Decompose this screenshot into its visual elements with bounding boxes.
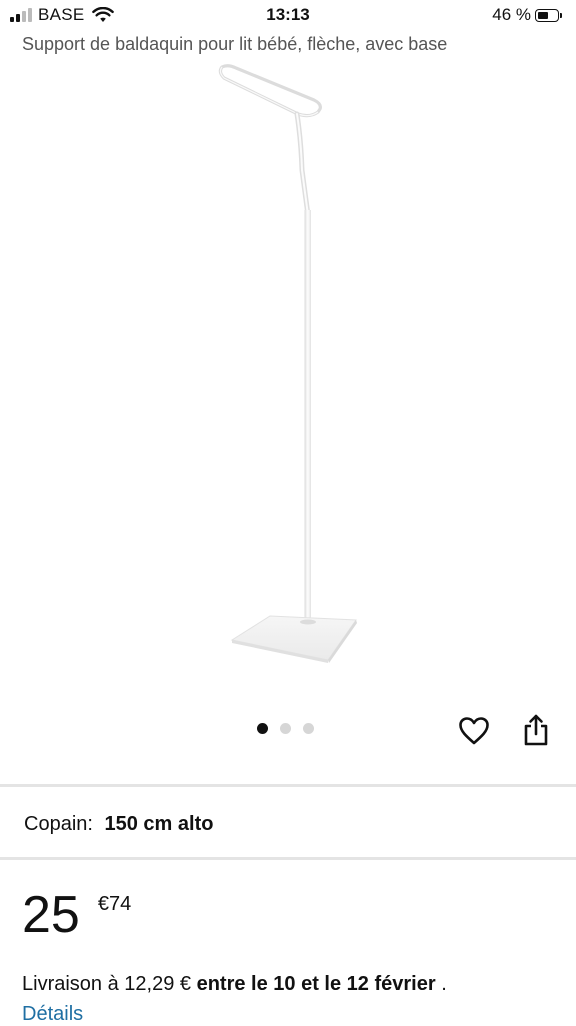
variant-row[interactable]: Copain: 150 cm alto [24, 813, 213, 836]
share-button[interactable] [520, 711, 552, 749]
status-right: 46 % [492, 5, 562, 25]
status-bar: BASE 13:13 46 % [0, 0, 576, 32]
carousel-dots [257, 723, 314, 734]
variant-label: Copain: [24, 813, 93, 835]
battery-tip [560, 12, 562, 18]
carousel-dot-2[interactable] [280, 723, 291, 734]
heart-icon [459, 717, 489, 745]
price-whole: 25 [22, 886, 80, 944]
delivery-info: Livraison à 12,29 € entre le 10 et le 12… [22, 973, 447, 996]
delivery-cost: Livraison à 12,29 € [22, 973, 192, 995]
carousel-dot-3[interactable] [303, 723, 314, 734]
wishlist-button[interactable] [457, 714, 491, 748]
price: 25 €74 [22, 885, 131, 945]
price-fraction: €74 [97, 893, 132, 915]
canopy-stand-photo [218, 64, 357, 663]
clock: 13:13 [266, 5, 310, 24]
product-title: Support de baldaquin pour lit bébé, flèc… [22, 34, 448, 54]
battery-percent: 46 % [492, 5, 531, 24]
details-link[interactable]: Détails [22, 1003, 83, 1026]
divider [0, 857, 576, 860]
delivery-suffix: . [441, 973, 447, 995]
carousel-dot-1[interactable] [257, 723, 268, 734]
variant-value: 150 cm alto [104, 813, 214, 835]
share-icon [524, 714, 548, 746]
battery-icon [535, 8, 559, 22]
product-image[interactable] [0, 60, 576, 700]
delivery-dates: entre le 10 et le 12 février [196, 973, 436, 995]
divider [0, 784, 576, 787]
